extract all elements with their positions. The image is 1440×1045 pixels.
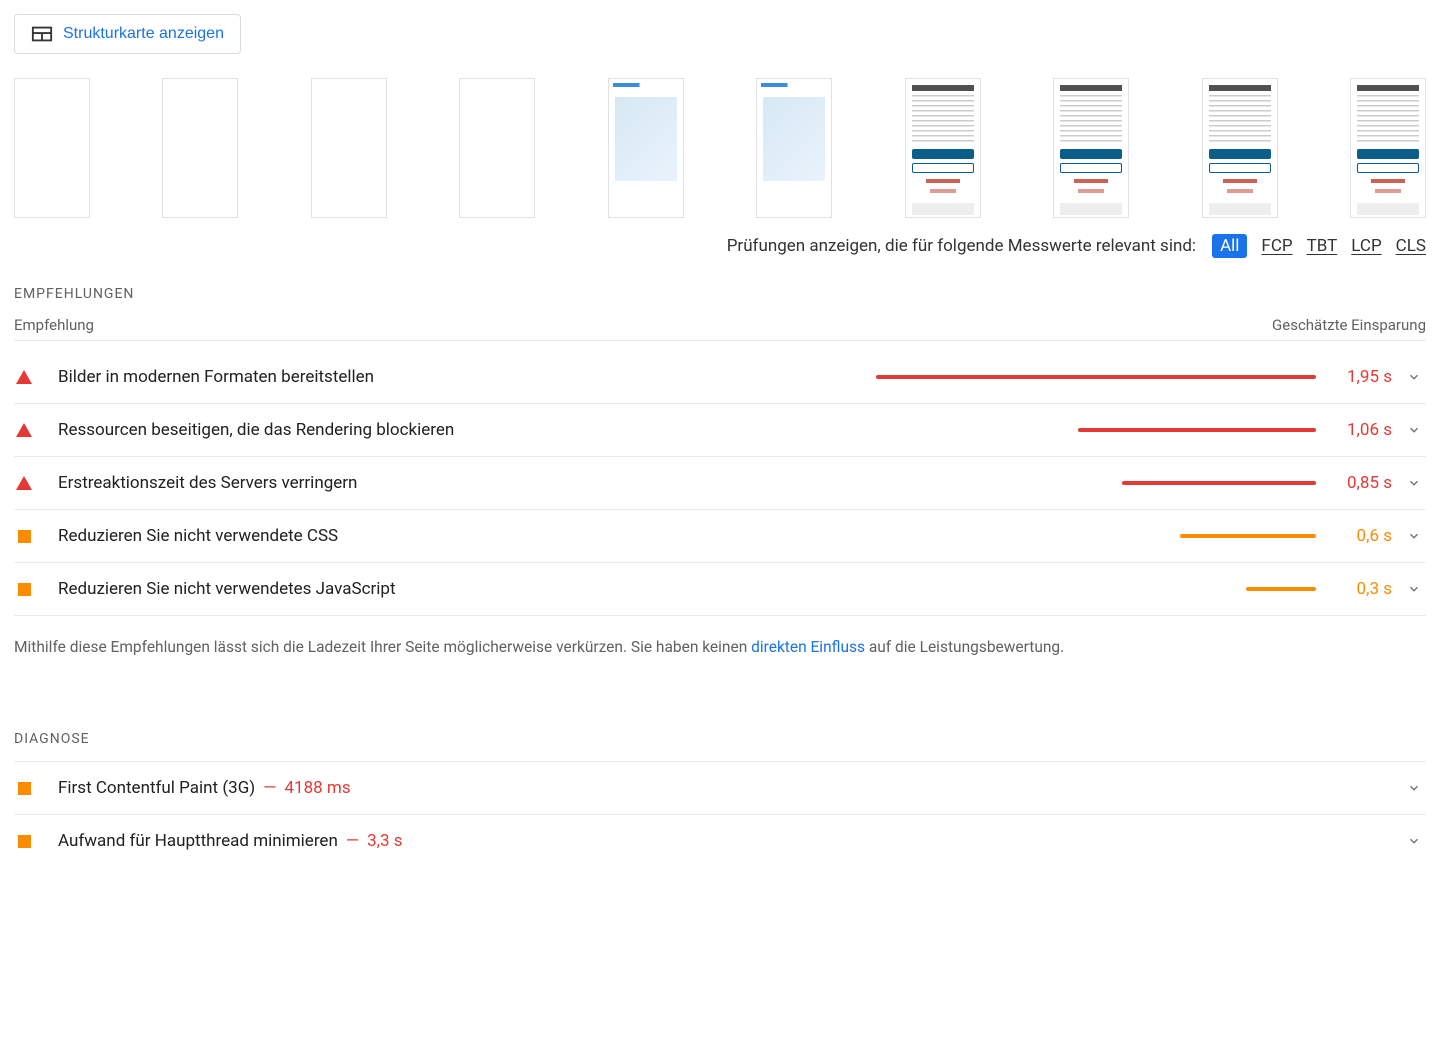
footnote-pre: Mithilfe diese Empfehlungen lässt sich d… xyxy=(14,638,751,656)
metric-separator: — xyxy=(263,778,276,798)
filmstrip-frame[interactable] xyxy=(311,78,387,218)
chevron-down-icon xyxy=(1402,476,1426,490)
filmstrip-frame[interactable] xyxy=(905,78,981,218)
view-treemap-label: Strukturkarte anzeigen xyxy=(63,25,224,43)
opportunity-title: Reduzieren Sie nicht verwendetes JavaScr… xyxy=(58,579,396,599)
diagnostic-row[interactable]: First Contentful Paint (3G) — 4188 ms xyxy=(14,761,1426,814)
chevron-down-icon xyxy=(1402,423,1426,437)
view-treemap-button[interactable]: Strukturkarte anzeigen xyxy=(14,14,241,54)
savings-bar xyxy=(876,587,1316,591)
footnote-link[interactable]: direkten Einfluss xyxy=(751,638,865,656)
opportunity-title: Ressourcen beseitigen, die das Rendering… xyxy=(58,420,454,440)
col-savings: Geschätzte Einsparung xyxy=(1272,316,1426,334)
savings-bar xyxy=(876,375,1316,379)
square-orange-icon xyxy=(14,835,34,848)
savings-value: 0,6 s xyxy=(1332,526,1392,546)
filmstrip xyxy=(14,78,1426,218)
filmstrip-frame[interactable] xyxy=(1053,78,1129,218)
metric-filter-row: Prüfungen anzeigen, die für folgende Mes… xyxy=(14,234,1426,258)
metric-separator: — xyxy=(346,831,359,851)
filmstrip-frame[interactable] xyxy=(459,78,535,218)
diagnostic-title: First Contentful Paint (3G) xyxy=(58,778,255,798)
savings-value: 1,95 s xyxy=(1332,367,1392,387)
savings-value: 0,85 s xyxy=(1332,473,1392,493)
filter-prompt: Prüfungen anzeigen, die für folgende Mes… xyxy=(727,236,1196,256)
chevron-down-icon xyxy=(1402,582,1426,596)
diagnostics-section: DIAGNOSE First Contentful Paint (3G) — 418… xyxy=(14,731,1426,867)
triangle-red-icon xyxy=(14,476,34,490)
savings-bar xyxy=(876,481,1316,485)
opportunities-section: EMPFEHLUNGEN Empfehlung Geschätzte Einsp… xyxy=(14,286,1426,659)
filmstrip-frame[interactable] xyxy=(1202,78,1278,218)
savings-value: 0,3 s xyxy=(1332,579,1392,599)
col-opportunity: Empfehlung xyxy=(14,316,94,334)
opportunity-row[interactable]: Bilder in modernen Formaten bereitstelle… xyxy=(14,351,1426,404)
diagnostic-row[interactable]: Aufwand für Hauptthread minimieren — 3,3 s xyxy=(14,814,1426,867)
savings-bar xyxy=(876,428,1316,432)
square-orange-icon xyxy=(14,530,34,543)
opportunity-title: Reduzieren Sie nicht verwendete CSS xyxy=(58,526,338,546)
filter-pill-lcp[interactable]: LCP xyxy=(1351,236,1381,256)
filmstrip-frame[interactable] xyxy=(756,78,832,218)
square-orange-icon xyxy=(14,583,34,596)
diagnostic-title: Aufwand für Hauptthread minimieren xyxy=(58,831,338,851)
square-orange-icon xyxy=(14,782,34,795)
triangle-red-icon xyxy=(14,423,34,437)
diagnostic-metric: 4188 ms xyxy=(284,778,350,798)
filter-pill-fcp[interactable]: FCP xyxy=(1261,236,1292,256)
opportunity-title: Erstreaktionszeit des Servers verringern xyxy=(58,473,357,493)
filmstrip-frame[interactable] xyxy=(608,78,684,218)
diagnostic-metric: 3,3 s xyxy=(367,831,402,851)
opportunities-footnote: Mithilfe diese Empfehlungen lässt sich d… xyxy=(14,636,1426,659)
filter-pills: All FCP TBT LCP CLS xyxy=(1212,234,1426,258)
opportunity-row[interactable]: Reduzieren Sie nicht verwendetes JavaScr… xyxy=(14,563,1426,616)
savings-value: 1,06 s xyxy=(1332,420,1392,440)
opportunity-row[interactable]: Erstreaktionszeit des Servers verringern… xyxy=(14,457,1426,510)
opportunities-heading: EMPFEHLUNGEN xyxy=(14,286,1426,302)
opportunities-table-head: Empfehlung Geschätzte Einsparung xyxy=(14,316,1426,341)
diagnostics-heading: DIAGNOSE xyxy=(14,731,1426,747)
chevron-down-icon xyxy=(1402,370,1426,384)
filter-pill-tbt[interactable]: TBT xyxy=(1307,236,1338,256)
opportunity-row[interactable]: Reduzieren Sie nicht verwendete CSS 0,6 s xyxy=(14,510,1426,563)
chevron-down-icon xyxy=(1402,529,1426,543)
chevron-down-icon xyxy=(1402,781,1426,795)
footnote-post: auf die Leistungsbewertung. xyxy=(865,638,1064,656)
savings-bar xyxy=(876,534,1316,538)
opportunity-title: Bilder in modernen Formaten bereitstelle… xyxy=(58,367,374,387)
filter-pill-all[interactable]: All xyxy=(1212,234,1247,258)
treemap-icon xyxy=(31,23,53,45)
triangle-red-icon xyxy=(14,370,34,384)
opportunity-row[interactable]: Ressourcen beseitigen, die das Rendering… xyxy=(14,404,1426,457)
filmstrip-frame[interactable] xyxy=(14,78,90,218)
filter-pill-cls[interactable]: CLS xyxy=(1396,236,1426,256)
filmstrip-frame[interactable] xyxy=(1350,78,1426,218)
filmstrip-frame[interactable] xyxy=(162,78,238,218)
chevron-down-icon xyxy=(1402,834,1426,848)
